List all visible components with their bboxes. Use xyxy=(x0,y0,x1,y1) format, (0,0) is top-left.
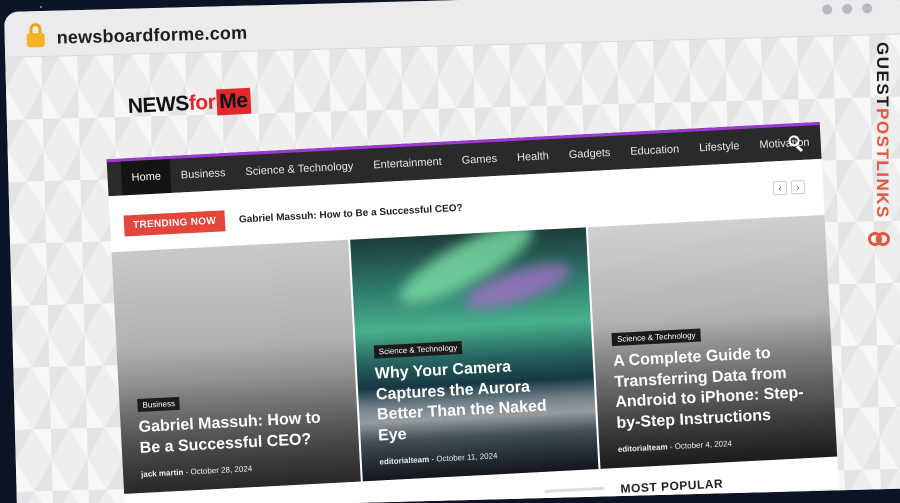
nav-item-health[interactable]: Health xyxy=(506,139,560,176)
logo-for: for xyxy=(188,90,216,115)
window-dot-icon xyxy=(862,3,873,14)
featured-cards: Business Gabriel Massuh: How to Be a Suc… xyxy=(111,214,838,494)
logo-me: Me xyxy=(215,87,252,116)
site-logo[interactable]: NEWS for Me xyxy=(127,87,252,120)
category-badge[interactable]: Business xyxy=(137,397,181,413)
window-controls xyxy=(822,3,873,15)
guestpostlinks-badge: GUESTPOSTLINKS xyxy=(862,42,896,272)
nav-item-lifestyle[interactable]: Lifestyle xyxy=(688,129,750,166)
card-title[interactable]: Gabriel Massuh: How to Be a Successful C… xyxy=(138,408,343,460)
url-text[interactable]: newsboardforme.com xyxy=(56,23,247,49)
badge-text-postlinks: POSTLINKS xyxy=(873,108,892,219)
trending-bar: TRENDING NOW Gabriel Massuh: How to Be a… xyxy=(123,198,464,237)
nav-item-motivation[interactable]: Motivation xyxy=(749,125,821,163)
trending-label: TRENDING NOW xyxy=(123,210,226,237)
nav-item-home[interactable]: Home xyxy=(120,159,172,196)
featured-card[interactable]: Business Gabriel Massuh: How to Be a Suc… xyxy=(111,239,361,494)
search-icon[interactable] xyxy=(788,135,805,152)
trending-headline[interactable]: Gabriel Massuh: How to Be a Successful C… xyxy=(239,203,463,226)
card-title[interactable]: Why Your Camera Captures the Aurora Bett… xyxy=(374,354,581,448)
featured-card[interactable]: Science & Technology A Complete Guide to… xyxy=(588,214,838,469)
category-badge[interactable]: Science & Technology xyxy=(611,328,701,346)
nav-item-gadgets[interactable]: Gadgets xyxy=(558,135,621,172)
browser-window: newsboardforme.com NEWS for Me Home Busi… xyxy=(4,0,900,503)
website: NEWS for Me Home Business Science & Tech… xyxy=(101,18,839,503)
nav-item-business[interactable]: Business xyxy=(170,156,236,193)
card-title[interactable]: A Complete Guide to Transferring Data fr… xyxy=(613,341,820,435)
badge-text-guest: GUEST xyxy=(873,42,892,109)
featured-card[interactable]: Science & Technology Why Your Camera Cap… xyxy=(349,227,599,482)
badge-text: GUESTPOSTLINKS xyxy=(872,42,892,219)
category-badge[interactable]: Science & Technology xyxy=(373,340,463,359)
trending-arrows: ‹ › xyxy=(772,179,806,196)
next-arrow-icon[interactable]: › xyxy=(790,179,806,195)
nav-item-education[interactable]: Education xyxy=(619,132,690,170)
logo-news: NEWS xyxy=(127,91,190,119)
page-background: NEWS for Me Home Business Science & Tech… xyxy=(5,34,900,503)
nav-item-entertainment[interactable]: Entertainment xyxy=(362,144,452,183)
lock-icon xyxy=(26,23,45,48)
window-dot-icon xyxy=(822,4,833,15)
nav-item-games[interactable]: Games xyxy=(451,141,508,178)
divider xyxy=(544,486,605,493)
most-popular-heading: MOST POPULAR xyxy=(620,476,724,496)
main-content: TRENDING NOW Gabriel Massuh: How to Be a… xyxy=(108,158,839,503)
link-icon xyxy=(868,228,890,250)
prev-arrow-icon[interactable]: ‹ xyxy=(772,180,788,196)
window-dot-icon xyxy=(842,3,853,15)
